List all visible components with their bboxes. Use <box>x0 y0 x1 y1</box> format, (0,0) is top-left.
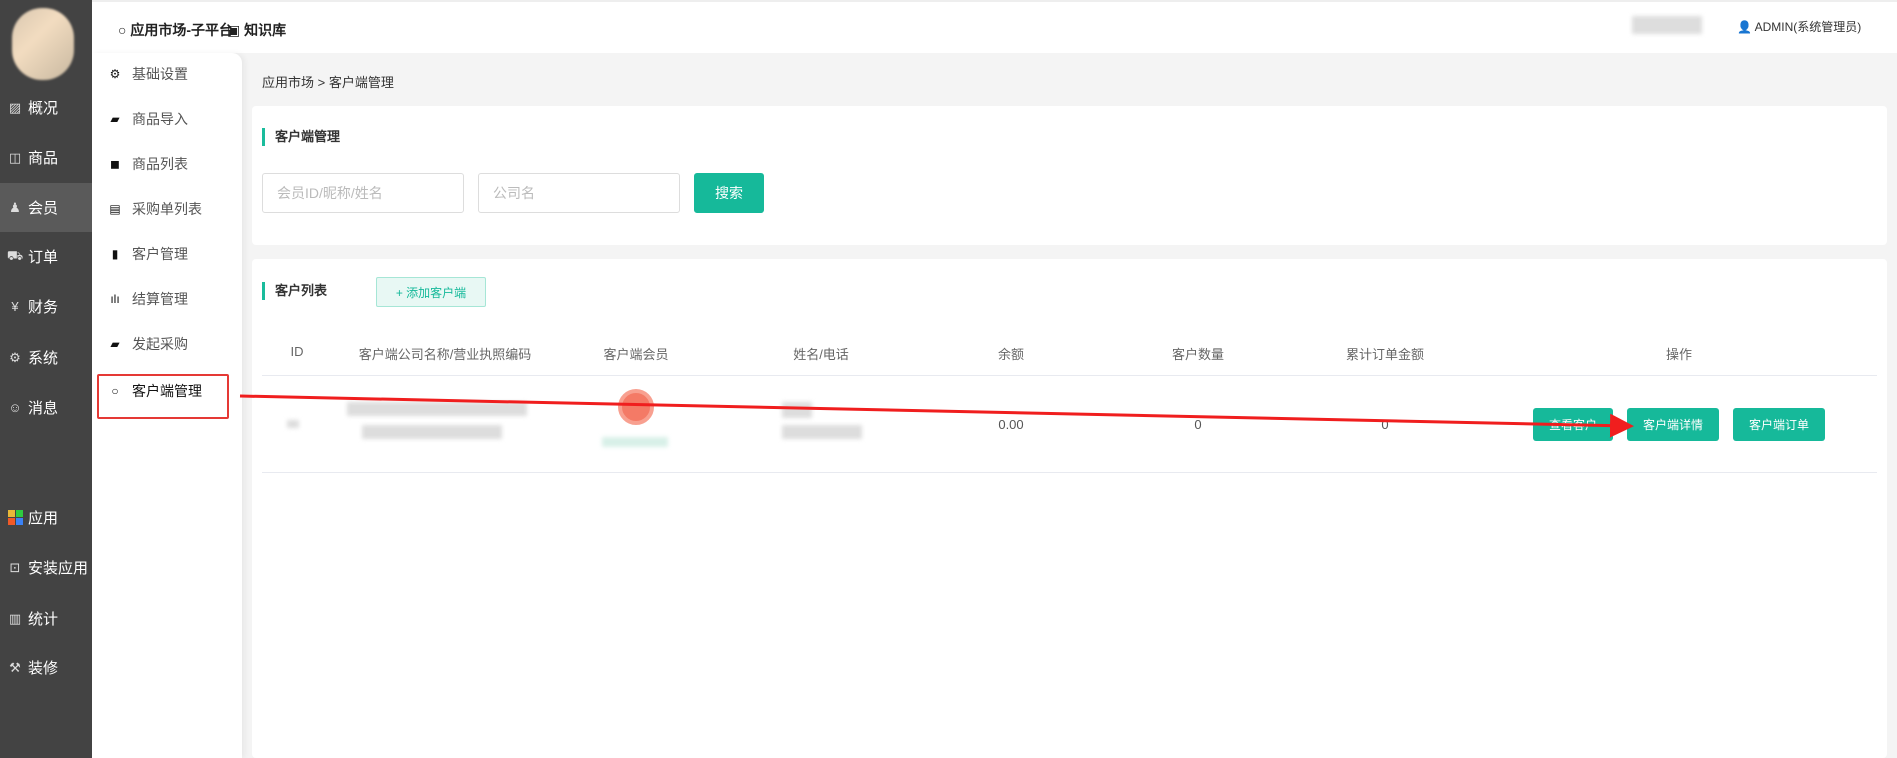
nav-install-apps[interactable]: ⊡ 安装应用 <box>0 543 92 592</box>
search-card-title: 客户端管理 <box>262 128 340 146</box>
nav-system[interactable]: ⚙ 系统 <box>0 333 92 382</box>
image-icon: ▣ <box>227 22 241 38</box>
client-orders-button[interactable]: 客户端订单 <box>1733 408 1825 441</box>
client-details-button[interactable]: 客户端详情 <box>1627 408 1719 441</box>
balance-cell: 0.00 <box>998 417 1024 432</box>
folder-check-icon: ▰ <box>110 112 120 126</box>
nav-decoration[interactable]: ⚒ 装修 <box>0 643 92 692</box>
cart-icon: ⛟ <box>6 247 24 263</box>
knowledge-link[interactable]: ▣ 知识库 <box>227 20 286 40</box>
nav-statistics[interactable]: ▥ 统计 <box>0 594 92 643</box>
nav-overview[interactable]: ▨ 概况 <box>0 83 92 132</box>
submenu-purchase-list[interactable]: ▤ 采购单列表 <box>108 199 202 219</box>
col-balance: 余额 <box>997 347 1025 362</box>
submenu-customer-mgmt[interactable]: ▮ 客户管理 <box>108 244 188 264</box>
submenu-basic-settings[interactable]: ⚙ 基础设置 <box>108 64 188 84</box>
bar-chart-icon: ılı <box>110 292 120 306</box>
col-customer-count: 客户数量 <box>1171 347 1225 362</box>
client-list-card: 客户列表 + 添加客户端 ID 客户端公司名称/营业执照编码 客户端会员 姓名/… <box>252 259 1887 758</box>
col-company: 客户端公司名称/营业执照编码 <box>358 347 532 362</box>
member-avatar <box>618 389 654 425</box>
breadcrumb: 应用市场 > 客户端管理 <box>262 75 394 90</box>
customer-count-cell: 0 <box>1194 417 1202 432</box>
col-actions: 操作 <box>1665 347 1693 362</box>
col-member: 客户端会员 <box>603 347 669 362</box>
paint-roller-icon: ⚒ <box>9 659 21 675</box>
blurred-license <box>362 425 502 439</box>
user-avatar[interactable] <box>12 8 74 80</box>
chart-icon: ▨ <box>8 99 22 115</box>
apps-icon <box>7 510 23 526</box>
nav-members[interactable]: ♟ 会员 <box>0 183 92 232</box>
users-icon: ♟ <box>9 199 21 215</box>
col-name-phone: 姓名/电话 <box>793 347 849 362</box>
gear-icon: ⚙ <box>9 349 21 365</box>
submenu-goods-list[interactable]: ◼ 商品列表 <box>108 154 188 174</box>
chat-icon: ☺ <box>8 400 22 415</box>
search-button[interactable]: 搜索 <box>694 173 764 213</box>
member-search-input[interactable]: 会员ID/昵称/姓名 <box>262 173 464 213</box>
blurred-info <box>1632 16 1702 34</box>
submenu-goods-import[interactable]: ▰ 商品导入 <box>108 109 188 129</box>
gear-icon: ⚙ <box>109 67 121 81</box>
divider <box>262 472 1877 473</box>
blurred-name <box>782 402 812 418</box>
nav-goods[interactable]: ◫ 商品 <box>0 133 92 182</box>
divider <box>262 375 1877 376</box>
nav-orders[interactable]: ⛟ 订单 <box>0 232 92 281</box>
bag-icon: ◼ <box>110 157 120 171</box>
col-total-amount: 累计订单金额 <box>1345 347 1425 362</box>
top-bar: ○ 应用市场-子平台 ▣ 知识库 👤 ADMIN(系统管理员) <box>92 0 1897 53</box>
view-customers-button[interactable]: 查看客户 <box>1533 408 1613 441</box>
bag-icon: ◫ <box>8 149 22 165</box>
nav-apps[interactable]: 应用 <box>0 493 92 542</box>
clipboard-icon: ▤ <box>109 202 121 216</box>
search-card: 客户端管理 会员ID/昵称/姓名 公司名 搜索 <box>252 106 1887 245</box>
install-icon: ⊡ <box>9 559 21 575</box>
blurred-id <box>287 420 299 428</box>
add-client-button[interactable]: + 添加客户端 <box>376 277 486 307</box>
user-menu[interactable]: 👤 ADMIN(系统管理员) <box>1737 18 1861 35</box>
nav-finance[interactable]: ¥ 财务 <box>0 282 92 331</box>
highlight-box <box>97 374 229 419</box>
submenu-start-purchase[interactable]: ▰ 发起采购 <box>108 334 188 354</box>
total-amount-cell: 0 <box>1381 417 1389 432</box>
app-title[interactable]: ○ 应用市场-子平台 <box>118 20 233 40</box>
blurred-phone <box>782 425 862 439</box>
stats-icon: ▥ <box>8 610 22 626</box>
main-sidebar: ▨ 概况 ◫ 商品 ♟ 会员 ⛟ 订单 ¥ 财务 ⚙ 系统 ☺ 消息 应用 ⊡ 安装应用 ▥ 统计… <box>0 0 92 758</box>
company-search-input[interactable]: 公司名 <box>478 173 680 213</box>
col-id: ID <box>290 344 304 359</box>
yen-icon: ¥ <box>11 299 19 314</box>
submenu-settlement[interactable]: ılı 结算管理 <box>108 289 188 309</box>
yen-book-icon: ▮ <box>111 247 119 261</box>
nav-messages[interactable]: ☺ 消息 <box>0 383 92 432</box>
user-icon: 👤 <box>1737 20 1752 34</box>
blurred-member <box>602 437 668 447</box>
folder-check-icon: ▰ <box>110 337 120 351</box>
blurred-company <box>347 402 527 416</box>
list-title: 客户列表 <box>262 282 327 300</box>
